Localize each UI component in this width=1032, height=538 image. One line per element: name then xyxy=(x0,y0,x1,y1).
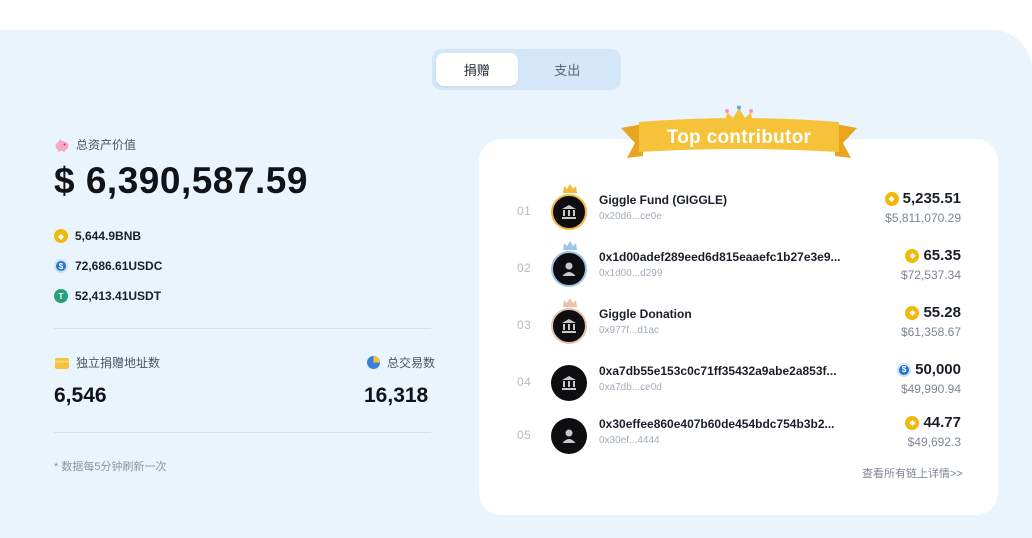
amount-value: 65.35 xyxy=(923,247,961,264)
pie-chart-icon xyxy=(367,356,380,369)
total-tx-value: 16,318 xyxy=(364,384,429,407)
view-all-details-link[interactable]: 查看所有链上详情>> xyxy=(862,465,963,481)
usdt-coin-icon: T xyxy=(54,289,68,303)
usd-value: $72,537.34 xyxy=(900,268,961,282)
unique-addresses-label-row: 独立捐赠地址数 xyxy=(54,354,160,371)
usd-value: $49,990.94 xyxy=(900,382,961,396)
total-assets-value: $ 6,390,587.59 xyxy=(54,160,308,201)
tab-donations[interactable]: 捐赠 xyxy=(436,53,518,86)
tab-switcher: 捐赠 支出 xyxy=(432,49,621,90)
contributor-name: 0x1d00adef289eed6d815eaaefc1b27e3e9... xyxy=(599,250,841,264)
contributor-address[interactable]: 0x20d6...ce0e xyxy=(599,211,662,222)
total-tx-label: 总交易数 xyxy=(387,356,436,370)
rank-number: 05 xyxy=(517,428,532,442)
banner-title: Top contributor xyxy=(666,127,812,148)
bnb-coin-icon: ◆ xyxy=(905,415,920,430)
usd-value: $5,811,070.29 xyxy=(885,211,961,225)
asset-row-usdt: T 52,413.41USDT xyxy=(54,289,161,303)
contributor-row[interactable]: 02 0x1d00adef289eed6d815eaaefc1b27e3e9..… xyxy=(479,241,998,293)
contributor-name: 0xa7db55e153c0c71ff35432a9abe2a853f... xyxy=(599,364,837,378)
contributor-row[interactable]: 01 Giggle Fund (GIGGLE) 0x20d6...ce0e ◆ … xyxy=(479,184,998,236)
asset-amount: 72,686.61USDC xyxy=(75,259,163,273)
amount-value: 44.77 xyxy=(923,414,961,431)
total-tx-label-row: 总交易数 xyxy=(366,354,435,371)
bnb-coin-icon: ◆ xyxy=(905,305,920,320)
contributor-name: Giggle Donation xyxy=(599,307,692,321)
bnb-coin-icon: ◆ xyxy=(54,229,68,243)
bnb-coin-icon: ◆ xyxy=(905,248,920,263)
refresh-note: * 数据每5分钟刷新一次 xyxy=(54,461,167,473)
contributor-address[interactable]: 0x1d00...d299 xyxy=(599,268,662,279)
amount-value: 5,235.51 xyxy=(902,190,961,207)
contribution-amount: $ 50,000 xyxy=(897,361,961,378)
silver-crown-icon xyxy=(563,241,577,250)
contributor-name: 0x30effee860e407b60de454bdc754b3b2... xyxy=(599,417,835,431)
usdc-coin-icon: $ xyxy=(54,259,68,273)
user-icon xyxy=(551,418,587,454)
contribution-amount: ◆ 65.35 xyxy=(905,247,961,264)
contributor-name: Giggle Fund (GIGGLE) xyxy=(599,193,727,207)
usd-value: $61,358.67 xyxy=(900,325,961,339)
contribution-amount: ◆ 55.28 xyxy=(905,304,961,321)
bnb-coin-icon: ◆ xyxy=(884,191,899,206)
divider xyxy=(54,432,431,433)
asset-row-usdc: $ 72,686.61USDC xyxy=(54,259,162,273)
bronze-crown-icon xyxy=(563,298,577,307)
piggy-bank-icon xyxy=(55,138,69,152)
amount-value: 55.28 xyxy=(923,304,961,321)
contributor-address[interactable]: 0xa7db...ce0d xyxy=(599,382,662,393)
contributor-address[interactable]: 0x977f...d1ac xyxy=(599,325,659,336)
user-icon xyxy=(551,251,587,287)
tab-expenses[interactable]: 支出 xyxy=(518,53,617,86)
contributor-row[interactable]: 05 0x30effee860e407b60de454bdc754b3b2...… xyxy=(479,410,998,460)
contribution-amount: ◆ 5,235.51 xyxy=(884,190,961,207)
wallet-icon xyxy=(55,357,69,369)
total-assets-label-row: 总资产价值 xyxy=(54,136,136,153)
top-contributor-banner: Top contributor xyxy=(621,106,857,158)
usdc-coin-icon: $ xyxy=(897,362,912,377)
rank-number: 02 xyxy=(517,261,532,275)
usd-value: $49,692.3 xyxy=(907,435,961,449)
divider xyxy=(54,328,431,329)
contribution-amount: ◆ 44.77 xyxy=(905,414,961,431)
amount-value: 50,000 xyxy=(915,361,961,378)
page: 捐赠 支出 总资产价值 $ 6,390,587.59 ◆ 5,644.9BNB … xyxy=(0,0,1032,538)
unique-addresses-label: 独立捐赠地址数 xyxy=(76,356,161,370)
asset-amount: 52,413.41USDT xyxy=(75,289,162,303)
bank-icon xyxy=(551,365,587,401)
gold-crown-icon xyxy=(563,184,577,193)
unique-addresses-value: 6,546 xyxy=(54,384,107,407)
rank-number: 03 xyxy=(517,318,532,332)
rank-number: 01 xyxy=(517,204,532,218)
contributor-row[interactable]: 04 0xa7db55e153c0c71ff35432a9abe2a853f..… xyxy=(479,357,998,407)
bank-icon xyxy=(551,194,587,230)
contributor-row[interactable]: 03 Giggle Donation 0x977f...d1ac ◆ 55.28… xyxy=(479,298,998,350)
asset-amount: 5,644.9BNB xyxy=(75,229,142,243)
asset-row-bnb: ◆ 5,644.9BNB xyxy=(54,229,141,243)
total-assets-label: 总资产价值 xyxy=(76,138,137,152)
contributor-address[interactable]: 0x30ef...4444 xyxy=(599,435,660,446)
rank-number: 04 xyxy=(517,375,532,389)
bank-icon xyxy=(551,308,587,344)
